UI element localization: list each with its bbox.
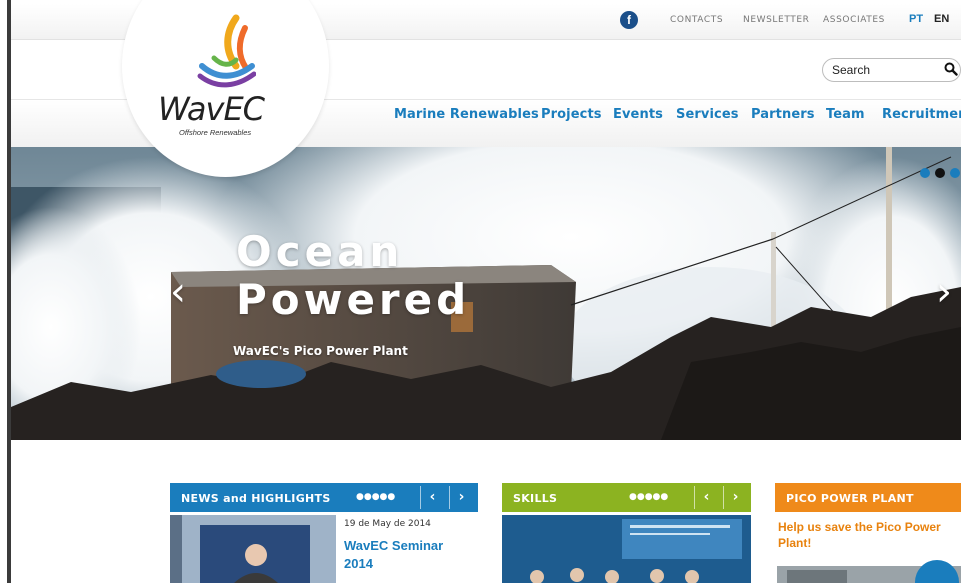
nav-marine-renewables[interactable]: Marine Renewables [394, 107, 539, 122]
news-headline[interactable]: WavEC Seminar 2014 [344, 537, 464, 573]
skills-panel-title: SKILLS [513, 492, 558, 505]
wavec-logo-text[interactable]: WavEC [158, 90, 265, 128]
search-box [822, 58, 961, 82]
skills-panel-header: SKILLS ●●●●● ‹ › [502, 483, 751, 512]
news-prev-button[interactable]: ‹ [420, 486, 444, 509]
skills-next-button[interactable]: › [723, 486, 747, 509]
pico-image[interactable] [777, 560, 961, 583]
pico-panel-title: PICO POWER PLANT [786, 492, 914, 505]
hero-title-line-2: Powered [236, 275, 471, 324]
hero-title: Ocean Powered [236, 228, 470, 324]
hero-subtitle[interactable]: WavEC's Pico Power Plant [233, 344, 408, 358]
news-panel-title: NEWS and HIGHLIGHTS [181, 492, 331, 505]
skills-pagination-dots[interactable]: ●●●●● [629, 492, 668, 502]
news-pagination-dots[interactable]: ●●●●● [356, 492, 395, 502]
language-pt[interactable]: PT [909, 13, 923, 25]
news-panel-header: NEWS and HIGHLIGHTS ●●●●● ‹ › [170, 483, 478, 512]
newsletter-link[interactable]: NEWSLETTER [743, 15, 810, 25]
associates-link[interactable]: ASSOCIATES [823, 15, 885, 25]
window-left-edge [0, 0, 11, 583]
search-icon[interactable] [944, 62, 958, 76]
wavec-logo-icon[interactable] [196, 14, 256, 94]
nav-events[interactable]: Events [613, 107, 663, 122]
news-date: 19 de May de 2014 [344, 519, 431, 529]
hero-slider [11, 147, 961, 440]
pico-panel-header: PICO POWER PLANT [775, 483, 961, 512]
nav-projects[interactable]: Projects [541, 107, 602, 122]
skills-image[interactable] [502, 515, 751, 583]
nav-recruitment[interactable]: Recruitment [882, 107, 961, 122]
hero-dot-1[interactable] [920, 168, 930, 178]
nav-partners[interactable]: Partners [751, 107, 815, 122]
facebook-icon[interactable]: f [620, 11, 638, 29]
page: f CONTACTS NEWSLETTER ASSOCIATES PT EN M… [0, 0, 961, 583]
pico-help-text[interactable]: Help us save the Pico Power Plant! [778, 519, 958, 551]
skills-prev-button[interactable]: ‹ [694, 486, 718, 509]
search-input[interactable] [832, 62, 932, 78]
nav-team[interactable]: Team [826, 107, 865, 122]
hero-image [11, 147, 961, 440]
hero-dot-3[interactable] [950, 168, 960, 178]
language-en[interactable]: EN [934, 13, 949, 25]
hero-title-line-1: Ocean [236, 227, 404, 276]
news-next-button[interactable]: › [449, 486, 473, 509]
contacts-link[interactable]: CONTACTS [670, 15, 723, 25]
hero-prev-arrow[interactable]: ‹ [170, 272, 186, 312]
news-thumbnail[interactable] [170, 515, 336, 583]
nav-services[interactable]: Services [676, 107, 739, 122]
hero-dot-2[interactable] [935, 168, 945, 178]
logo-tagline: Offshore Renewables [179, 128, 252, 137]
hero-next-arrow[interactable]: › [936, 272, 952, 312]
